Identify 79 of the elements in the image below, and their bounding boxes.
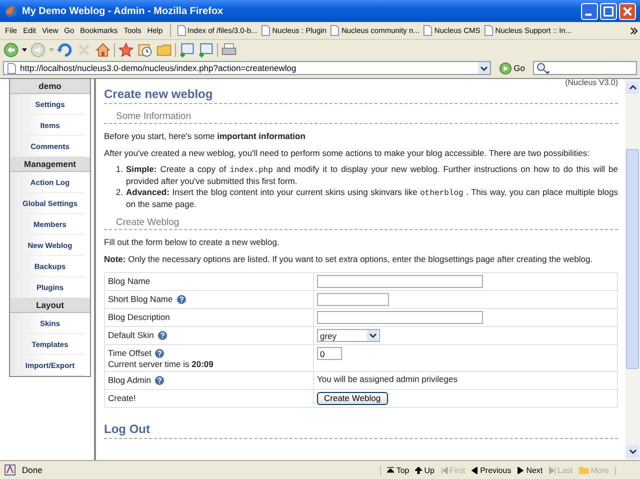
help-icon[interactable] bbox=[155, 348, 164, 358]
log-out-link[interactable]: Log Out bbox=[104, 422, 618, 439]
status-text: Done bbox=[22, 465, 44, 475]
close-icon[interactable] bbox=[619, 2, 636, 20]
address-field[interactable]: http://localhost/nucleus3.0-demo/nucleus/index.php?action=createnewlog bbox=[3, 61, 491, 75]
dropdown-caret-icon[interactable] bbox=[22, 48, 27, 52]
text-input[interactable] bbox=[317, 293, 389, 306]
go-icon bbox=[498, 62, 512, 74]
section-heading: Create Weblog bbox=[104, 217, 618, 230]
field-label: Blog Admin bbox=[108, 374, 151, 386]
menu-section-heading: demo bbox=[10, 79, 90, 94]
scroll-up-icon[interactable] bbox=[628, 85, 636, 90]
go-button[interactable]: Go bbox=[494, 62, 529, 74]
arrow-icon bbox=[548, 466, 556, 474]
note-text: Note: Only the necessary options are listed. If you want to set extra options, enter the blogsettings page after creating the weblog. bbox=[104, 254, 594, 264]
paragraph-text: Fill out the form below to create a new weblog. bbox=[104, 237, 280, 247]
search-field[interactable] bbox=[533, 61, 637, 75]
more-bookmarks-icon[interactable] bbox=[630, 26, 638, 34]
field-value: You will be assigned admin privileges bbox=[317, 374, 458, 384]
skin-dropdown[interactable]: grey bbox=[317, 329, 380, 342]
navigation-link[interactable]: Previous bbox=[471, 466, 512, 474]
window-plus-icon[interactable] bbox=[179, 42, 195, 58]
folder-icon bbox=[578, 466, 589, 474]
clock-icon[interactable] bbox=[137, 42, 153, 58]
menu-section-heading: Management bbox=[10, 157, 90, 172]
page-icon bbox=[176, 25, 186, 36]
field-label: Default Skin bbox=[108, 329, 154, 341]
page-icon bbox=[423, 25, 432, 36]
option-text: Advanced: Insert the blog content into your current skins using skinvars like otherblog . This way, you can place multiple blogs on the same page. bbox=[126, 187, 618, 210]
navigation-link[interactable]: Top bbox=[387, 466, 410, 474]
text-input[interactable] bbox=[317, 311, 483, 324]
list-number: 2. bbox=[114, 187, 123, 199]
navigation-link[interactable]: Next bbox=[517, 466, 543, 474]
minimize-icon[interactable] bbox=[581, 2, 598, 20]
star-icon[interactable] bbox=[118, 42, 134, 58]
version-text: (Nucleus V3.0) bbox=[564, 79, 618, 87]
field-label: Blog Description bbox=[108, 311, 170, 323]
scroll-down-icon[interactable] bbox=[628, 449, 636, 454]
help-icon[interactable] bbox=[155, 376, 164, 384]
reload-icon[interactable] bbox=[57, 42, 73, 58]
arrow-icon bbox=[471, 466, 478, 474]
maximize-icon[interactable] bbox=[600, 2, 617, 20]
window-title: My Demo Weblog - Admin - Mozilla Firefox bbox=[22, 6, 224, 16]
field-label: Short Blog Name bbox=[108, 293, 173, 305]
arrow-icon bbox=[517, 466, 524, 474]
text-input[interactable]: 0 bbox=[317, 347, 342, 360]
create-weblog-button[interactable]: Create Weblog bbox=[317, 392, 388, 405]
page-icon bbox=[330, 25, 340, 36]
page-icon bbox=[484, 25, 494, 36]
printer-icon[interactable] bbox=[221, 42, 237, 58]
server-time-text: Current server time is 20:09 bbox=[108, 359, 214, 369]
navigation-link[interactable]: Up bbox=[415, 466, 434, 474]
arrow-icon bbox=[387, 466, 394, 474]
text-input[interactable] bbox=[317, 275, 483, 288]
help-icon[interactable] bbox=[176, 294, 186, 304]
window-plus-icon[interactable] bbox=[198, 42, 214, 58]
page-heading: Create new weblog bbox=[104, 87, 618, 104]
search-icon bbox=[536, 62, 550, 74]
help-icon[interactable] bbox=[158, 330, 167, 340]
home-icon[interactable] bbox=[95, 42, 111, 58]
option-text: Simple: Create a copy of index.php and modify it to display your new weblog. Further instructions on how to do this will be provided after you've submitted this first form. bbox=[126, 164, 618, 187]
list-number: 1. bbox=[114, 164, 123, 176]
field-label: Create! bbox=[108, 392, 136, 404]
section-heading: Some Information bbox=[104, 111, 618, 124]
page-status-icon bbox=[4, 464, 16, 476]
menu-section-heading: Layout bbox=[10, 298, 90, 313]
page-icon bbox=[7, 62, 16, 74]
intro-text: Before you start, here's some important information bbox=[104, 131, 306, 141]
dropdown-caret-icon[interactable] bbox=[368, 333, 376, 338]
arrow-icon bbox=[415, 466, 422, 474]
page-icon bbox=[261, 25, 270, 36]
dropdown-caret-icon[interactable] bbox=[480, 66, 488, 70]
paragraph-text: After you've created a new weblog, you'll need to perform some actions to make your blog accessible. There are two possibilities: bbox=[104, 148, 590, 158]
globe-icon bbox=[4, 4, 18, 18]
scrollbar[interactable] bbox=[625, 79, 640, 460]
field-label: Time Offset bbox=[108, 347, 152, 359]
field-label: Blog Name bbox=[108, 275, 150, 287]
arrow-icon bbox=[440, 466, 448, 474]
folder-icon[interactable] bbox=[156, 42, 172, 58]
